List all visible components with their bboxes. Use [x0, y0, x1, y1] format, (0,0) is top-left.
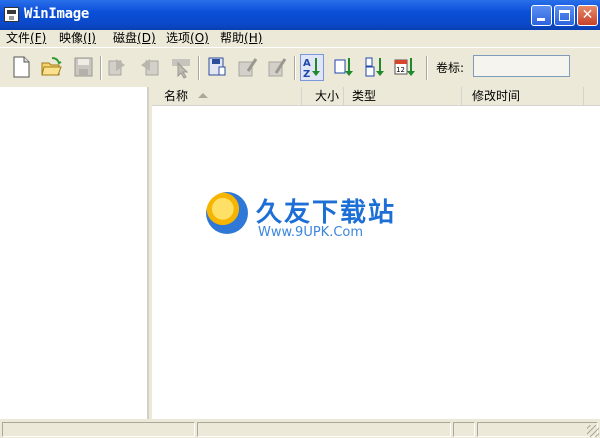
svg-text:A: A: [303, 58, 311, 69]
sort-by-date-button[interactable]: 12: [394, 55, 416, 79]
sort-by-size-button[interactable]: [364, 55, 386, 79]
save-icon: [74, 57, 93, 77]
sort-ascending-icon: [198, 93, 208, 98]
extract-icon: [141, 59, 159, 76]
save-button[interactable]: [72, 55, 94, 79]
status-cell: [197, 422, 451, 437]
watermark: 久友下载站 Www.9UPK.Com: [206, 190, 456, 252]
sort-size-icon: [365, 57, 384, 77]
toolbar-separator: [294, 56, 296, 80]
status-bar: [0, 419, 600, 438]
sort-date-icon: 12: [394, 58, 415, 76]
extract-button[interactable]: [138, 55, 160, 79]
close-button[interactable]: ✕: [577, 5, 598, 26]
volume-label-field[interactable]: [473, 55, 570, 77]
file-list[interactable]: 名称 大小 类型 修改时间 久友下载站 Www.9UPK.Com: [152, 87, 600, 419]
folder-tree[interactable]: [0, 87, 149, 419]
toolbar-separator: [100, 56, 102, 80]
maximize-icon: [559, 10, 570, 21]
menu-file[interactable]: 文件(F): [6, 30, 46, 47]
menu-disk[interactable]: 磁盘(D): [113, 30, 156, 47]
watermark-url: Www.9UPK.Com: [258, 225, 364, 240]
site-logo-icon: [206, 192, 248, 234]
maximize-button[interactable]: [554, 5, 575, 26]
close-icon: ✕: [581, 7, 594, 23]
erase-icon: [268, 58, 287, 77]
menu-help[interactable]: 帮助(H): [220, 30, 262, 47]
format-icon: [238, 58, 258, 77]
list-header: 名称 大小 类型 修改时间: [152, 87, 600, 106]
minimize-button[interactable]: [531, 5, 552, 26]
sort-az-icon: AZ: [303, 58, 320, 80]
watermark-title: 久友下载站: [256, 198, 397, 228]
svg-text:Z: Z: [303, 69, 310, 80]
inject-icon: [108, 59, 125, 76]
menu-bar: 文件(F) 映像(I) 磁盘(D) 选项(O) 帮助(H): [0, 30, 600, 47]
status-cell: [453, 422, 475, 437]
minimize-icon: [537, 18, 545, 21]
floppy-icon[interactable]: [4, 7, 19, 22]
format-button[interactable]: [236, 55, 258, 79]
svg-text:12: 12: [396, 66, 405, 74]
column-modified[interactable]: 修改时间: [462, 87, 584, 105]
menu-options[interactable]: 选项(O): [166, 30, 209, 47]
inject-button[interactable]: [106, 55, 128, 79]
open-folder-icon: [41, 57, 62, 76]
menu-image[interactable]: 映像(I): [59, 30, 96, 47]
status-cell: [477, 422, 598, 437]
toolbar-separator: [426, 56, 428, 80]
resize-grip-icon[interactable]: [587, 425, 599, 437]
window-title: WinImage: [24, 6, 90, 22]
disk-copy-button[interactable]: [205, 55, 227, 79]
title-bar: WinImage ✕: [0, 0, 600, 30]
open-button[interactable]: [40, 55, 62, 79]
toolbar-separator: [198, 56, 200, 80]
sort-by-ext-button[interactable]: [333, 55, 355, 79]
new-file-icon: [13, 56, 30, 78]
column-type[interactable]: 类型: [344, 87, 462, 105]
status-cell: [2, 422, 195, 437]
column-name[interactable]: 名称: [152, 87, 302, 105]
volume-label-caption: 卷标:: [436, 61, 465, 75]
column-size[interactable]: 大小: [302, 87, 344, 105]
cursor-icon: [172, 59, 190, 79]
new-button[interactable]: [10, 55, 32, 79]
disk-copy-icon: [208, 57, 226, 76]
sort-ext-icon: [334, 58, 353, 76]
run-button[interactable]: [170, 55, 192, 79]
erase-button[interactable]: [266, 55, 288, 79]
sort-by-name-button[interactable]: AZ: [300, 54, 324, 81]
